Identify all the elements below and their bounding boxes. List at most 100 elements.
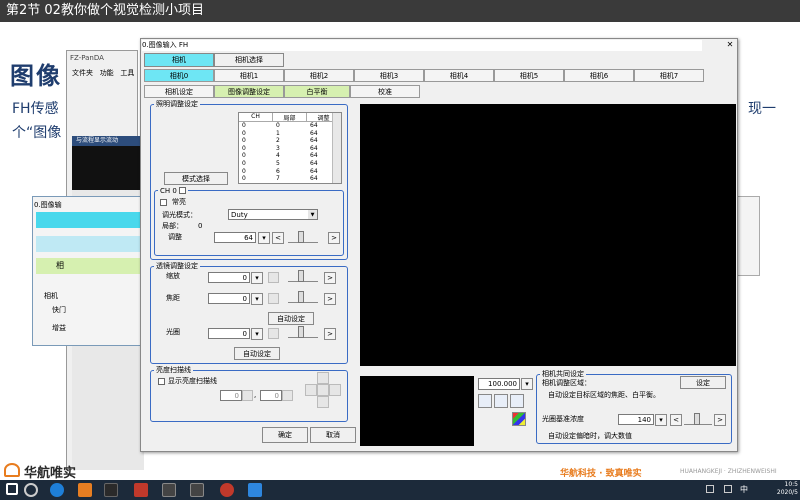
browser-icon[interactable] xyxy=(50,483,64,497)
table-row[interactable]: 0 4 64 xyxy=(239,152,341,160)
channel-checkbox[interactable] xyxy=(179,187,187,194)
slide-text-line1: FH传感 xyxy=(12,101,59,117)
zoom-right-icon[interactable]: > xyxy=(324,272,336,284)
menu-function[interactable]: 功能 xyxy=(100,69,114,77)
media-icon[interactable] xyxy=(162,483,176,497)
tab-calibration[interactable]: 校准 xyxy=(350,85,420,98)
iris-reference-slider[interactable] xyxy=(684,413,712,425)
mode-select-button[interactable]: 模式选择 xyxy=(164,172,228,185)
color-palette-icon[interactable] xyxy=(512,412,526,426)
app-icon-orange[interactable] xyxy=(78,483,92,497)
focus-spin[interactable]: ▾ xyxy=(251,293,263,305)
always-on-checkbox[interactable] xyxy=(160,199,167,206)
media-icon-2[interactable] xyxy=(190,483,204,497)
tab-white-balance[interactable]: 白平衡 xyxy=(284,85,350,98)
iris-reference-left-icon[interactable]: < xyxy=(670,414,682,426)
iris-reference-input[interactable]: 140 xyxy=(618,414,654,425)
always-on-label: 常亮 xyxy=(172,198,186,206)
zoom-fit-icon[interactable] xyxy=(494,394,508,408)
table-row[interactable]: 0 6 64 xyxy=(239,168,341,176)
adjust-input[interactable]: 64 xyxy=(214,232,256,243)
close-icon[interactable]: ✕ xyxy=(724,40,736,51)
zoom-slider[interactable] xyxy=(288,270,318,282)
tab-camera-settings[interactable]: 相机设定 xyxy=(144,85,214,98)
pad-center[interactable] xyxy=(317,384,329,396)
back-tab-1[interactable] xyxy=(36,212,144,228)
direction-pad[interactable] xyxy=(305,372,341,422)
adjust-slider[interactable] xyxy=(288,231,318,243)
fz-app-icon[interactable] xyxy=(248,483,262,497)
show-scan-line-checkbox[interactable] xyxy=(158,378,165,385)
record-icon[interactable] xyxy=(220,483,234,497)
cancel-button[interactable]: 取消 xyxy=(310,427,356,443)
image-preview[interactable] xyxy=(360,104,736,366)
zoom-spin[interactable]: ▾ xyxy=(251,272,263,284)
ime-indicator[interactable]: 中 xyxy=(740,484,748,495)
tab-camera[interactable]: 相机 xyxy=(144,53,214,67)
lens-group-label: 透镜调整设定 xyxy=(154,262,200,270)
adjust-left-icon[interactable]: < xyxy=(272,232,284,244)
back-camera-group-label: 相机 xyxy=(44,292,58,300)
iris-reference-spin[interactable]: ▾ xyxy=(655,414,667,426)
table-row[interactable]: 0 3 64 xyxy=(239,145,341,153)
focus-right-icon[interactable]: > xyxy=(324,293,336,305)
scan-value-2[interactable]: 0 xyxy=(260,390,282,401)
iris-input[interactable]: 0 xyxy=(208,328,250,339)
tab-camera5[interactable]: 相机5 xyxy=(494,69,564,82)
tab-camera0[interactable]: 相机0 xyxy=(144,69,214,82)
auto-set-button-focus[interactable]: 自动设定 xyxy=(268,312,314,325)
zoom-ratio-spin[interactable]: ▾ xyxy=(521,378,533,390)
pad-right[interactable] xyxy=(329,384,341,396)
scan-value-1[interactable]: 0 xyxy=(220,390,242,401)
zoom-input[interactable]: 0 xyxy=(208,272,250,283)
ok-button[interactable]: 确定 xyxy=(262,427,308,443)
menu-tools[interactable]: 工具 xyxy=(120,69,134,77)
volume-icon[interactable] xyxy=(724,485,732,493)
tab-image-adjust[interactable]: 图像调整设定 xyxy=(214,85,284,98)
table-row[interactable]: 0 0 64 xyxy=(239,122,341,130)
adjust-spin[interactable]: ▾ xyxy=(258,232,270,244)
tab-camera2[interactable]: 相机2 xyxy=(284,69,354,82)
table-scrollbar[interactable] xyxy=(332,113,341,183)
focus-slider[interactable] xyxy=(288,291,318,303)
zoom-out-icon[interactable] xyxy=(510,394,524,408)
back-tab-camera[interactable]: 相 xyxy=(36,258,144,274)
tab-camera7[interactable]: 相机7 xyxy=(634,69,704,82)
iris-spin[interactable]: ▾ xyxy=(251,328,263,340)
auto-set-button-iris[interactable]: 自动设定 xyxy=(234,347,280,360)
pad-up[interactable] xyxy=(317,372,329,384)
table-row[interactable]: 0 2 64 xyxy=(239,137,341,145)
tab-camera-select[interactable]: 相机选择 xyxy=(214,53,284,67)
pad-left[interactable] xyxy=(305,384,317,396)
tab-camera6[interactable]: 相机6 xyxy=(564,69,634,82)
zoom-in-icon[interactable] xyxy=(478,394,492,408)
focus-input[interactable]: 0 xyxy=(208,293,250,304)
table-row[interactable]: 0 1 64 xyxy=(239,130,341,138)
channel-group-label: CH 0 xyxy=(158,186,189,195)
search-icon[interactable] xyxy=(24,483,38,497)
clock[interactable]: 10:5 2020/5 xyxy=(752,481,798,497)
adjust-right-icon[interactable]: > xyxy=(328,232,340,244)
dimming-mode-select[interactable]: Duty ▼ xyxy=(228,209,318,220)
iris-right-icon[interactable]: > xyxy=(324,328,336,340)
tab-camera4[interactable]: 相机4 xyxy=(424,69,494,82)
thumbnail-preview[interactable] xyxy=(360,376,474,446)
back-tab-2[interactable] xyxy=(36,236,144,252)
powerpoint-icon[interactable] xyxy=(134,483,148,497)
network-icon[interactable] xyxy=(706,485,714,493)
table-row[interactable]: 0 7 64 xyxy=(239,175,341,183)
iris-slider[interactable] xyxy=(288,326,318,338)
pad-down[interactable] xyxy=(317,396,329,408)
slogan: 华航科技 · 致真唯实 xyxy=(560,469,642,479)
iris-reference-right-icon[interactable]: > xyxy=(714,414,726,426)
table-row[interactable]: 0 5 64 xyxy=(239,160,341,168)
start-icon[interactable] xyxy=(6,483,18,495)
region-set-button[interactable]: 设定 xyxy=(680,376,726,389)
tab-camera3[interactable]: 相机3 xyxy=(354,69,424,82)
brightness-scan-label: 亮度扫描线 xyxy=(154,366,193,374)
zoom-ratio-input[interactable]: 100.000 xyxy=(478,378,520,390)
tab-camera1[interactable]: 相机1 xyxy=(214,69,284,82)
zoom-label: 缩放 xyxy=(166,272,180,280)
app-icon-dark[interactable] xyxy=(104,483,118,497)
menu-folder[interactable]: 文件夹 xyxy=(72,69,93,77)
